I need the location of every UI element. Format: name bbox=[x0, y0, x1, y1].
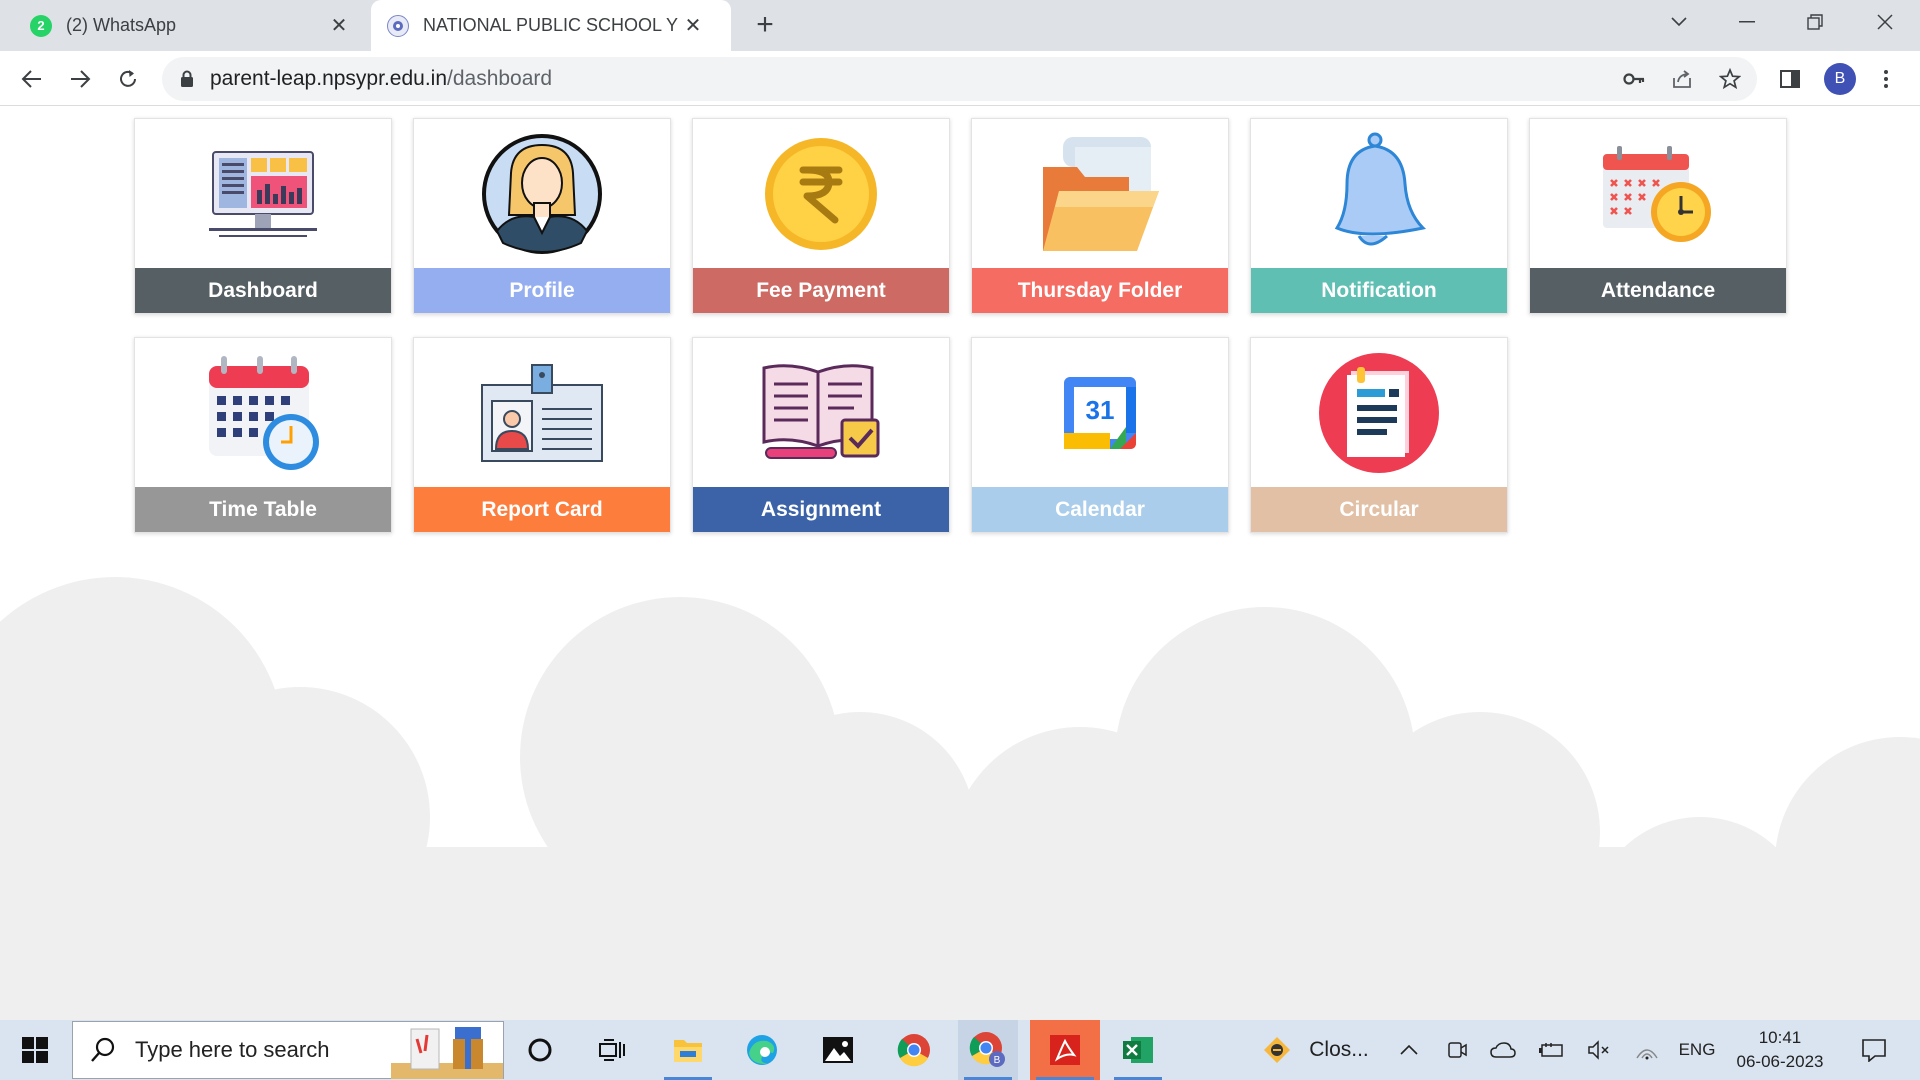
forward-button[interactable] bbox=[60, 59, 100, 99]
tile-label: Dashboard bbox=[135, 268, 391, 313]
svg-text:B: B bbox=[994, 1055, 1001, 1066]
whatsapp-icon: 2 bbox=[30, 14, 52, 37]
rupee-coin-icon bbox=[693, 119, 949, 269]
tile-dashboard[interactable]: Dashboard bbox=[134, 118, 392, 314]
wifi-icon[interactable] bbox=[1630, 1020, 1664, 1080]
photos-app-button[interactable] bbox=[808, 1020, 868, 1080]
tile-label: Profile bbox=[414, 268, 670, 313]
url-text: parent-leap.npsypr.edu.in/dashboard bbox=[210, 67, 553, 90]
tab-whatsapp[interactable]: 2 (2) WhatsApp ✕ bbox=[14, 0, 364, 51]
acrobat-button[interactable] bbox=[1030, 1020, 1100, 1080]
tile-label: Report Card bbox=[414, 487, 670, 532]
norton-alert-icon[interactable] bbox=[1262, 1020, 1292, 1080]
start-button[interactable] bbox=[14, 1034, 56, 1066]
tab-school[interactable]: NATIONAL PUBLIC SCHOOL YESHWANTHPUR ✕ bbox=[371, 0, 731, 51]
timetable-icon bbox=[135, 338, 391, 488]
close-window-button[interactable] bbox=[1860, 0, 1910, 44]
tab-search-icon[interactable] bbox=[1654, 0, 1704, 44]
tile-label: Notification bbox=[1251, 268, 1507, 313]
document-circle-icon bbox=[1251, 338, 1507, 488]
key-icon[interactable] bbox=[1614, 59, 1654, 99]
back-button[interactable] bbox=[12, 59, 52, 99]
tray-app-label[interactable]: Clos... bbox=[1304, 1020, 1374, 1080]
dashboard-page: Dashboard Profile Fee Payment Thursday F… bbox=[0, 107, 1920, 1020]
tile-label: Time Table bbox=[135, 487, 391, 532]
tile-assignment[interactable]: Assignment bbox=[692, 337, 950, 533]
tile-notification[interactable]: Notification bbox=[1250, 118, 1508, 314]
address-bar[interactable]: parent-leap.npsypr.edu.in/dashboard bbox=[162, 57, 1757, 101]
tile-circular[interactable]: Circular bbox=[1250, 337, 1508, 533]
browser-tab-strip: 2 (2) WhatsApp ✕ NATIONAL PUBLIC SCHOOL … bbox=[0, 0, 1920, 51]
search-icon bbox=[91, 1037, 115, 1062]
windows-taskbar: Type here to search B Clos... ENG 10:41 … bbox=[0, 1020, 1920, 1080]
bell-icon bbox=[1251, 119, 1507, 269]
tile-time-table[interactable]: Time Table bbox=[134, 337, 392, 533]
tile-label: Calendar bbox=[972, 487, 1228, 532]
profile-avatar[interactable]: B bbox=[1824, 63, 1856, 95]
school-crest-icon bbox=[387, 14, 409, 37]
edge-browser-button[interactable] bbox=[732, 1020, 792, 1080]
task-view-button[interactable] bbox=[582, 1020, 642, 1080]
search-placeholder: Type here to search bbox=[135, 1037, 330, 1062]
volume-muted-icon[interactable] bbox=[1582, 1020, 1616, 1080]
tile-label: Assignment bbox=[693, 487, 949, 532]
tile-attendance[interactable]: Attendance bbox=[1529, 118, 1787, 314]
browser-toolbar: parent-leap.npsypr.edu.in/dashboard B bbox=[0, 51, 1920, 106]
id-card-icon bbox=[414, 338, 670, 488]
file-explorer-button[interactable] bbox=[658, 1020, 718, 1080]
woman-avatar-icon bbox=[414, 119, 670, 269]
chrome-button[interactable] bbox=[884, 1020, 944, 1080]
chevron-up-icon[interactable] bbox=[1392, 1020, 1426, 1080]
system-clock[interactable]: 10:41 06-06-2023 bbox=[1720, 1026, 1840, 1074]
tile-report-card[interactable]: Report Card bbox=[413, 337, 671, 533]
tile-fee-payment[interactable]: Fee Payment bbox=[692, 118, 950, 314]
meet-now-icon[interactable] bbox=[1440, 1020, 1474, 1080]
clock-date: 06-06-2023 bbox=[1736, 1052, 1824, 1071]
battery-icon[interactable] bbox=[1534, 1020, 1568, 1080]
calendar-clock-icon bbox=[1530, 119, 1786, 269]
cortana-button[interactable] bbox=[510, 1020, 570, 1080]
tile-label: Thursday Folder bbox=[972, 268, 1228, 313]
side-panel-icon[interactable] bbox=[1770, 59, 1810, 99]
chrome-profile-button[interactable]: B bbox=[958, 1020, 1018, 1080]
language-indicator[interactable]: ENG bbox=[1674, 1020, 1720, 1080]
close-tab-icon[interactable]: ✕ bbox=[324, 11, 354, 41]
bookmark-star-icon[interactable] bbox=[1710, 59, 1750, 99]
menu-kebab-icon[interactable] bbox=[1866, 59, 1906, 99]
taskbar-search[interactable]: Type here to search bbox=[72, 1021, 504, 1079]
folder-icon bbox=[972, 119, 1228, 269]
google-calendar-icon: 31 bbox=[972, 338, 1228, 488]
onedrive-cloud-icon[interactable] bbox=[1486, 1020, 1520, 1080]
tile-calendar[interactable]: 31 Calendar bbox=[971, 337, 1229, 533]
excel-button[interactable] bbox=[1108, 1020, 1168, 1080]
lock-icon[interactable] bbox=[180, 70, 194, 88]
tile-label: Fee Payment bbox=[693, 268, 949, 313]
calendar-day-number: 31 bbox=[1085, 394, 1115, 425]
share-icon[interactable] bbox=[1662, 59, 1702, 99]
reload-button[interactable] bbox=[108, 59, 148, 99]
tab-title: (2) WhatsApp bbox=[66, 15, 177, 35]
tile-profile[interactable]: Profile bbox=[413, 118, 671, 314]
windows-logo-icon bbox=[22, 1037, 48, 1063]
tile-label: Circular bbox=[1251, 487, 1507, 532]
restore-button[interactable] bbox=[1790, 0, 1840, 44]
tile-thursday-folder[interactable]: Thursday Folder bbox=[971, 118, 1229, 314]
clock-time: 10:41 bbox=[1758, 1028, 1802, 1047]
search-highlight-art-icon bbox=[391, 1027, 503, 1079]
minimize-button[interactable] bbox=[1722, 0, 1772, 44]
new-tab-button[interactable]: + bbox=[748, 8, 782, 42]
book-check-icon bbox=[693, 338, 949, 488]
notifications-icon[interactable] bbox=[1852, 1020, 1896, 1080]
tile-label: Attendance bbox=[1530, 268, 1786, 313]
close-tab-icon[interactable]: ✕ bbox=[678, 11, 708, 41]
tab-title: NATIONAL PUBLIC SCHOOL YESHWANTHPUR bbox=[423, 15, 678, 35]
monitor-analytics-icon bbox=[135, 119, 391, 269]
